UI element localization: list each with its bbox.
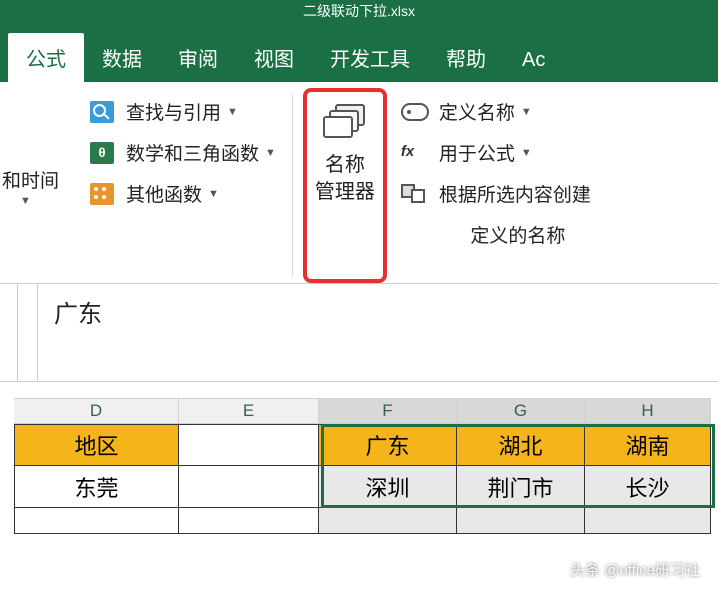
use-in-formula-label: 用于公式 <box>439 139 515 166</box>
cell-d1[interactable]: 地区 <box>14 424 179 466</box>
name-manager-button[interactable]: 名称管理器 <box>303 88 387 283</box>
fx-icon: fx <box>401 143 429 163</box>
col-header-e[interactable]: E <box>179 398 319 424</box>
more-functions-button[interactable]: 其他函数 ▼ <box>88 180 276 207</box>
ribbon: 和时间 ▼ 查找与引用 ▼ θ 数学和三角函数 ▼ 其他函数 ▼ 名称管理器 定… <box>0 82 718 284</box>
cell-h3[interactable] <box>585 508 711 534</box>
tab-formulas[interactable]: 公式 <box>8 33 84 82</box>
defined-names-group: 定义名称 ▼ fx 用于公式 ▼ 根据所选内容创建 定义的名称 <box>391 88 595 283</box>
chevron-down-icon: ▼ <box>208 188 219 200</box>
col-header-g[interactable]: G <box>457 398 585 424</box>
chevron-down-icon: ▼ <box>521 147 532 159</box>
more-functions-icon <box>88 182 116 206</box>
col-header-f[interactable]: F <box>319 398 457 424</box>
file-name: 二级联动下拉.xlsx <box>303 3 415 19</box>
cell-g1[interactable]: 湖北 <box>457 424 585 466</box>
create-from-selection-button[interactable]: 根据所选内容创建 <box>401 180 591 207</box>
function-library-group: 查找与引用 ▼ θ 数学和三角函数 ▼ 其他函数 ▼ <box>80 88 286 283</box>
cell-d2[interactable]: 东莞 <box>14 466 179 508</box>
cell-g3[interactable] <box>457 508 585 534</box>
watermark: 头条 @office研习社 <box>548 559 700 580</box>
tab-help[interactable]: 帮助 <box>428 33 504 82</box>
table-row: 东莞 深圳 荆门市 长沙 <box>0 466 718 508</box>
defined-names-group-label: 定义的名称 <box>445 221 591 248</box>
tab-developer[interactable]: 开发工具 <box>312 33 428 82</box>
cell-e3[interactable] <box>179 508 319 534</box>
tab-view[interactable]: 视图 <box>236 33 312 82</box>
column-headers: D E F G H <box>0 398 718 424</box>
use-in-formula-button[interactable]: fx 用于公式 ▼ <box>401 139 591 166</box>
person-icon <box>548 562 564 578</box>
cell-e2[interactable] <box>179 466 319 508</box>
formula-bar: 广东 <box>0 284 718 382</box>
chevron-down-icon: ▼ <box>521 106 532 118</box>
table-row <box>0 508 718 534</box>
math-trig-label: 数学和三角函数 <box>126 139 259 166</box>
define-name-button[interactable]: 定义名称 ▼ <box>401 98 591 125</box>
lookup-ref-button[interactable]: 查找与引用 ▼ <box>88 98 276 125</box>
cell-h1[interactable]: 湖南 <box>585 424 711 466</box>
cell-f3[interactable] <box>319 508 457 534</box>
chevron-down-icon: ▼ <box>265 147 276 159</box>
table-row: 地区 广东 湖北 湖南 <box>0 424 718 466</box>
name-manager-icon <box>323 104 367 138</box>
tab-review[interactable]: 审阅 <box>160 33 236 82</box>
title-bar: 二级联动下拉.xlsx <box>0 0 718 22</box>
lookup-ref-label: 查找与引用 <box>126 98 221 125</box>
col-header-d[interactable]: D <box>14 398 179 424</box>
fx-button-cut[interactable] <box>18 284 38 381</box>
more-functions-label: 其他函数 <box>126 180 202 207</box>
formula-input[interactable]: 广东 <box>38 284 718 381</box>
chevron-down-icon: ▼ <box>227 106 238 118</box>
cell-h2[interactable]: 长沙 <box>585 466 711 508</box>
col-header-h[interactable]: H <box>585 398 711 424</box>
name-manager-label: 名称管理器 <box>315 152 375 206</box>
create-from-selection-label: 根据所选内容创建 <box>439 180 591 207</box>
math-trig-button[interactable]: θ 数学和三角函数 ▼ <box>88 139 276 166</box>
separator <box>292 94 293 277</box>
create-from-selection-icon <box>401 184 429 204</box>
ribbon-tabs: 公式 数据 审阅 视图 开发工具 帮助 Ac <box>0 36 718 82</box>
name-box-cut[interactable] <box>0 284 18 381</box>
worksheet[interactable]: D E F G H 地区 广东 湖北 湖南 东莞 深圳 荆门市 长沙 <box>0 398 718 534</box>
tab-data[interactable]: 数据 <box>84 33 160 82</box>
cell-d3[interactable] <box>14 508 179 534</box>
cell-e1[interactable] <box>179 424 319 466</box>
cell-f1[interactable]: 广东 <box>319 424 457 466</box>
tag-icon <box>401 103 429 121</box>
define-name-label: 定义名称 <box>439 98 515 125</box>
ribbon-left-cut: 和时间 ▼ <box>0 88 80 283</box>
date-time-cut-label[interactable]: 和时间 <box>2 166 80 193</box>
math-icon: θ <box>88 141 116 165</box>
lookup-icon <box>88 100 116 124</box>
watermark-text: 头条 @office研习社 <box>570 559 700 580</box>
cell-f2[interactable]: 深圳 <box>319 466 457 508</box>
chevron-down-icon[interactable]: ▼ <box>20 195 80 207</box>
cell-g2[interactable]: 荆门市 <box>457 466 585 508</box>
tab-cut[interactable]: Ac <box>504 39 563 82</box>
